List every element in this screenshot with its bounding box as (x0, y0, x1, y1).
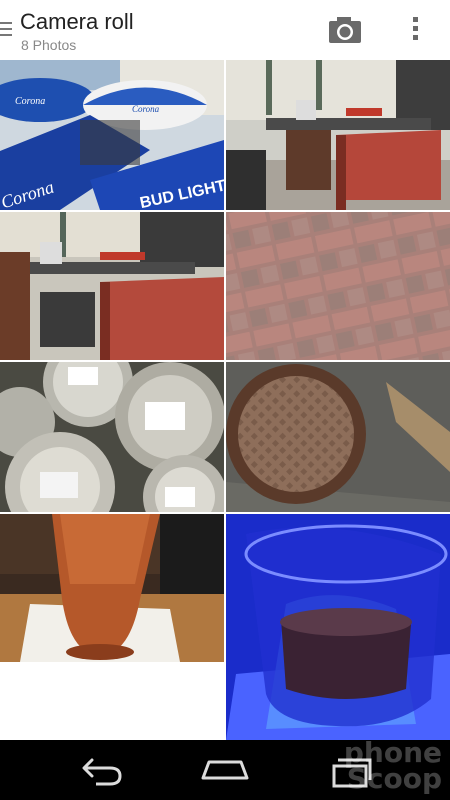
home-icon[interactable] (195, 750, 255, 790)
page-title: Camera roll (20, 9, 134, 34)
photo-patio-table-2[interactable] (0, 212, 224, 360)
umbrella-brand-2: Corona (132, 104, 160, 114)
photo-beer-glass[interactable] (0, 514, 224, 662)
watermark-logo: phone Scoop (344, 739, 442, 795)
photo-manhole-cover[interactable] (226, 362, 450, 512)
action-bar: Camera roll 8 Photos (0, 0, 450, 60)
photo-blue-glass[interactable] (226, 514, 450, 740)
photo-kegs[interactable] (0, 362, 224, 512)
menu-icon[interactable] (0, 22, 12, 38)
photo-count: 8 Photos (21, 37, 77, 53)
camera-icon[interactable] (326, 14, 364, 46)
overflow-menu-icon[interactable] (405, 14, 425, 46)
photo-brick-pavers[interactable] (226, 212, 450, 360)
photo-umbrellas[interactable]: Corona Corona Corona BUD LIGHT (0, 60, 224, 210)
photo-patio-table-1[interactable] (226, 60, 450, 210)
back-icon[interactable] (70, 750, 130, 790)
photo-grid: Corona Corona Corona BUD LIGHT (0, 60, 450, 740)
watermark-line2: Scoop (346, 762, 442, 795)
umbrella-brand-1: Corona (15, 96, 45, 107)
